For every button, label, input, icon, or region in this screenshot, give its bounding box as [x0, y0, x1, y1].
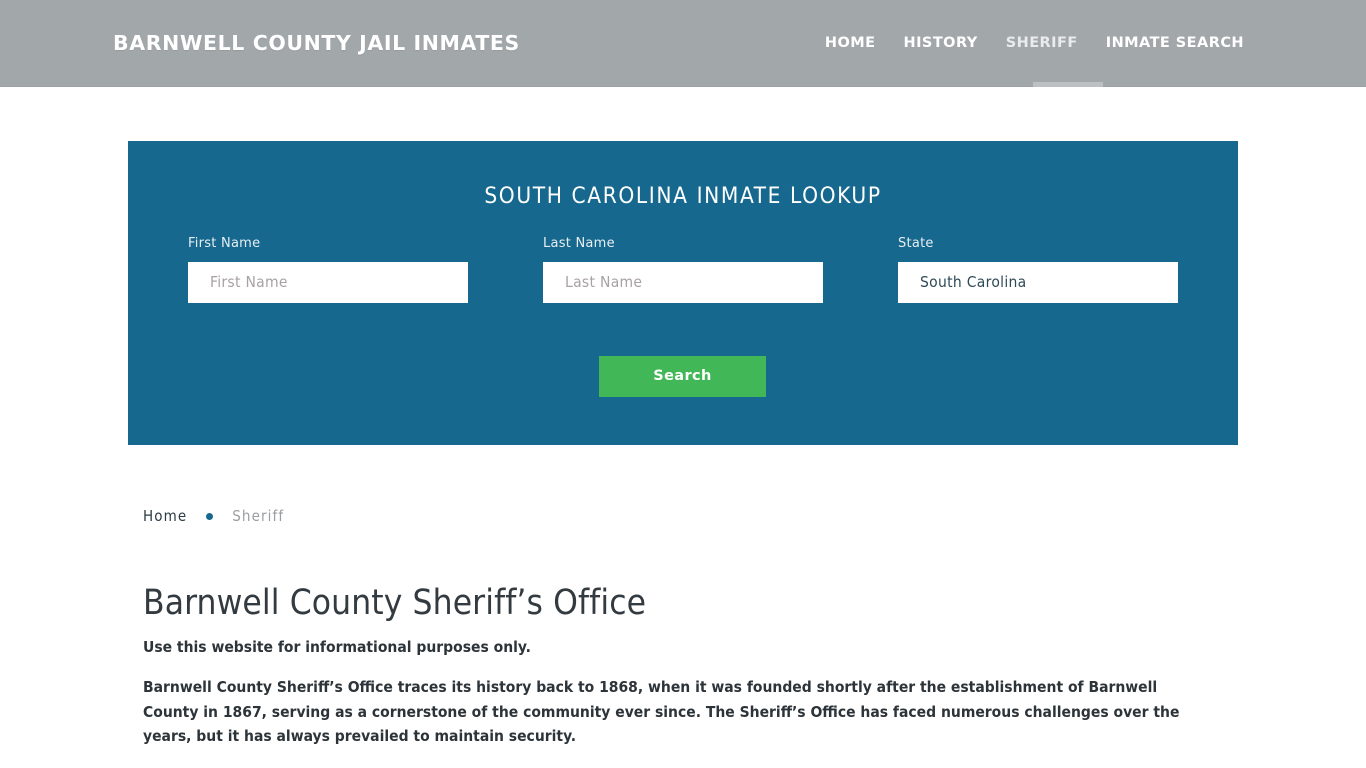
first-name-input[interactable]: [188, 262, 468, 303]
lookup-panel-title: SOUTH CAROLINA INMATE LOOKUP: [484, 183, 882, 209]
last-name-field-group: Last Name: [543, 236, 823, 303]
first-name-field-group: First Name: [188, 236, 468, 303]
search-button[interactable]: Search: [599, 356, 766, 397]
active-nav-indicator: [1033, 82, 1103, 87]
last-name-label: Last Name: [543, 236, 615, 251]
site-brand-link[interactable]: BARNWELL COUNTY JAIL INMATES: [113, 30, 520, 56]
last-name-input[interactable]: [543, 262, 823, 303]
breadcrumb-item-current: Sheriff: [232, 507, 285, 525]
nav-item-inmate-search[interactable]: INMATE SEARCH: [1092, 32, 1258, 54]
history-paragraph: Barnwell County Sheriff’s Office traces …: [143, 678, 1180, 745]
site-header: BARNWELL COUNTY JAIL INMATES HOME HISTOR…: [0, 0, 1366, 87]
nav-item-home[interactable]: HOME: [811, 32, 890, 54]
nav-item-sheriff[interactable]: SHERIFF: [992, 32, 1092, 54]
state-select[interactable]: South Carolina: [898, 262, 1178, 303]
state-field-group: State South Carolina: [898, 236, 1178, 303]
breadcrumb-item-home[interactable]: Home: [143, 506, 187, 526]
primary-navigation: HOME HISTORY SHERIFF INMATE SEARCH: [811, 32, 1258, 54]
inmate-lookup-panel: SOUTH CAROLINA INMATE LOOKUP First Name …: [128, 141, 1238, 445]
article-body: Use this website for informational purpo…: [143, 636, 1213, 765]
state-label: State: [898, 236, 934, 251]
nav-item-history[interactable]: HISTORY: [890, 32, 992, 54]
first-name-label: First Name: [188, 236, 261, 251]
breadcrumb: Home Sheriff: [143, 506, 284, 526]
page-title: Barnwell County Sheriff’s Office: [143, 583, 647, 623]
disclaimer-text: Use this website for informational purpo…: [143, 638, 531, 656]
breadcrumb-separator-dot-icon: [206, 512, 214, 520]
